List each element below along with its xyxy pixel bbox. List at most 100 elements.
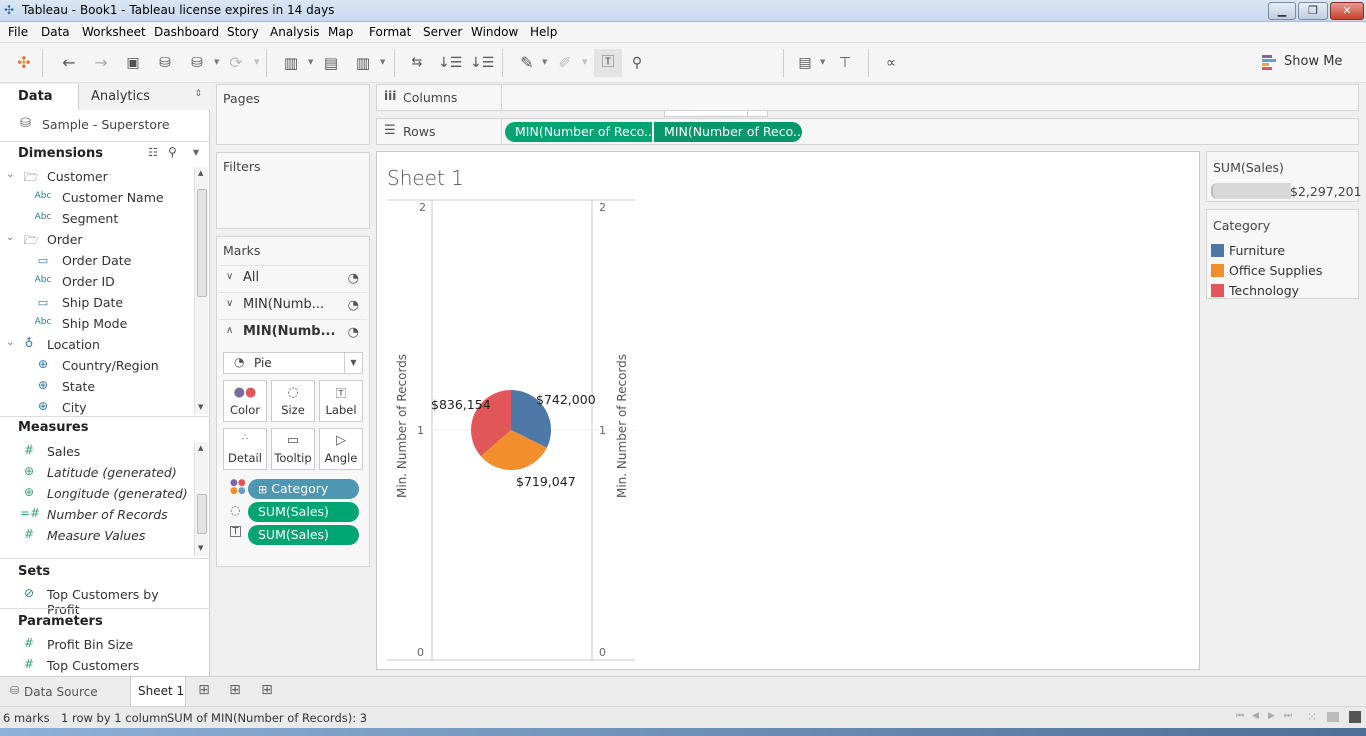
measure-field[interactable]: ⊕ Latitude (generated) (0, 463, 195, 484)
presentation-icon[interactable]: ⊤ (834, 53, 856, 73)
set-field[interactable]: ⊘ Top Customers by Profit (0, 585, 195, 617)
row-pill[interactable]: MIN(Number of Reco.. (505, 122, 652, 142)
menu-server[interactable]: Server (423, 25, 462, 39)
filmstrip-icon[interactable] (1327, 712, 1339, 722)
measure-field[interactable]: # Measure Values (0, 526, 195, 547)
menu-worksheet[interactable]: Worksheet (82, 25, 146, 39)
menu-map[interactable]: Map (328, 25, 353, 39)
group-dropdown-icon[interactable]: ▼ (582, 58, 588, 68)
measures-scrollbar[interactable]: ▲ ▼ (194, 442, 208, 556)
measure-field[interactable]: =# Number of Records (0, 505, 195, 526)
dimension-field[interactable]: ▭ Ship Date (0, 293, 195, 314)
size-legend[interactable]: SUM(Sales) $2,297,201 (1206, 151, 1362, 202)
minimize-button[interactable]: ▁ (1268, 2, 1296, 20)
pane-menu-chevron-icon[interactable]: ▼ (193, 148, 199, 157)
search-icon[interactable]: ⚲ (168, 145, 177, 159)
tab-data[interactable]: Data (0, 84, 78, 110)
menu-window[interactable]: Window (471, 25, 518, 39)
pages-card[interactable]: Pages (216, 84, 370, 145)
tab-analytics[interactable]: Analytics ⇕ (78, 84, 210, 110)
new-datasource-icon[interactable]: ⛁ (154, 53, 176, 73)
marks-row-min-2[interactable]: ∧ MIN(Numb... ◔ (219, 319, 367, 345)
row-pill[interactable]: MIN(Number of Reco.. (654, 122, 802, 142)
dimension-hierarchy-location[interactable]: ⌄ ♁ Location (0, 335, 195, 356)
dimension-field[interactable]: Abc Ship Mode (0, 314, 195, 335)
scroll-down-icon[interactable]: ▼ (198, 403, 203, 411)
refresh-dropdown-icon[interactable]: ▼ (254, 58, 260, 68)
columns-shelf[interactable]: iii Columns (376, 84, 1359, 111)
clear-sheet-icon[interactable]: ▥ (352, 53, 374, 73)
last-page-icon[interactable]: ⏭ (1284, 711, 1292, 721)
duplicate-sheet-icon[interactable]: ▤ (320, 53, 342, 73)
highlight-dropdown-icon[interactable]: ▼ (542, 58, 548, 68)
close-button[interactable]: ✕ (1330, 2, 1364, 20)
tooltip-button[interactable]: ▭ Tooltip (271, 428, 315, 470)
color-legend[interactable]: Category Furniture Office Supplies Techn… (1206, 209, 1359, 299)
legend-item-technology[interactable]: Technology (1211, 281, 1361, 301)
new-worksheet-dropdown-icon[interactable]: ▼ (308, 58, 314, 68)
menu-dashboard[interactable]: Dashboard (154, 25, 219, 39)
filters-card[interactable]: Filters (216, 152, 370, 229)
undo-icon[interactable]: ← (58, 53, 80, 73)
share-icon[interactable]: ∝ (880, 53, 902, 73)
dimension-folder-customer[interactable]: ⌄ 🗁 Customer (0, 167, 195, 188)
legend-item-furniture[interactable]: Furniture (1211, 241, 1361, 261)
sort-ascending-icon[interactable]: ↓☰ (438, 53, 462, 73)
scroll-thumb[interactable] (197, 189, 207, 297)
menu-story[interactable]: Story (227, 25, 259, 39)
cards-icon[interactable]: ▤ (794, 53, 816, 73)
dimension-field[interactable]: Abc Customer Name (0, 188, 195, 209)
color-button[interactable]: ●● Color (223, 380, 267, 422)
menu-format[interactable]: Format (369, 25, 411, 39)
dimension-field[interactable]: ⊕ Country/Region (0, 356, 195, 377)
marks-row-min-1[interactable]: ∨ MIN(Numb... ◔ (219, 292, 367, 318)
view-list-icon[interactable]: ☷ (148, 146, 158, 159)
parameter-field[interactable]: # Top Customers (0, 656, 195, 677)
new-dashboard-icon[interactable]: ⊞ (224, 682, 246, 698)
scroll-down-icon[interactable]: ▼ (198, 544, 203, 552)
size-button[interactable]: ◌ Size (271, 380, 315, 422)
dimension-field[interactable]: ⊕ State (0, 377, 195, 398)
dimensions-scrollbar[interactable]: ▲ ▼ (194, 167, 208, 414)
label-button[interactable]: 🅃 Label (319, 380, 363, 422)
first-page-icon[interactable]: ⏮ (1236, 711, 1244, 721)
measure-field[interactable]: # Sales (0, 442, 195, 463)
sum-sales-size-pill[interactable]: SUM(Sales) (248, 502, 359, 522)
tab-data-source[interactable]: ⛁ Data Source (0, 677, 128, 706)
rows-shelf[interactable]: ☰ Rows MIN(Number of Reco.. MIN(Number o… (376, 118, 1359, 145)
mark-type-select[interactable]: ◔ Pie ▼ (223, 352, 363, 374)
dimension-folder-order[interactable]: ⌄ 🗁 Order (0, 230, 195, 251)
angle-button[interactable]: ▷ Angle (319, 428, 363, 470)
scroll-thumb[interactable] (197, 494, 207, 534)
parameter-field[interactable]: # Profit Bin Size (0, 635, 195, 656)
tabs-view-icon[interactable] (1349, 711, 1361, 723)
swap-icon[interactable]: ⇆ (406, 53, 428, 73)
dimension-field[interactable]: ▭ Order Date (0, 251, 195, 272)
marks-row-all[interactable]: ∨ All ◔ (219, 265, 367, 291)
scroll-up-icon[interactable]: ▲ (198, 169, 203, 177)
menu-help[interactable]: Help (530, 25, 557, 39)
cards-dropdown-icon[interactable]: ▼ (820, 58, 826, 68)
dimension-field[interactable]: Abc Segment (0, 209, 195, 230)
group-icon[interactable]: ✐ (554, 53, 576, 73)
show-me-button[interactable]: Show Me (1262, 53, 1362, 71)
dimension-field[interactable]: Abc Order ID (0, 272, 195, 293)
new-worksheet-icon[interactable]: ▥ (280, 53, 302, 73)
next-page-icon[interactable]: ▶ (1268, 711, 1275, 721)
new-story-icon[interactable]: ⊞ (256, 682, 278, 698)
scroll-up-icon[interactable]: ▲ (198, 444, 203, 452)
redo-icon[interactable]: → (90, 53, 112, 73)
detail-button[interactable]: ∴ Detail (223, 428, 267, 470)
measure-field[interactable]: ⊕ Longitude (generated) (0, 484, 195, 505)
restore-button[interactable]: ❐ (1298, 2, 1328, 20)
datasource-item[interactable]: ⛁ Sample - Superstore (20, 116, 200, 136)
clear-dropdown-icon[interactable]: ▼ (380, 58, 386, 68)
menu-file[interactable]: File (8, 25, 28, 39)
tab-sheet-1[interactable]: Sheet 1 (130, 677, 186, 706)
show-labels-icon[interactable]: 🅃 (594, 49, 622, 77)
new-worksheet-icon[interactable]: ⊞ (193, 682, 215, 698)
legend-item-office-supplies[interactable]: Office Supplies (1211, 261, 1361, 281)
sheet-sorter-icon[interactable]: ⁙ (1307, 710, 1317, 724)
prev-page-icon[interactable]: ◀ (1252, 711, 1259, 721)
highlight-icon[interactable]: ✎ (516, 53, 538, 73)
